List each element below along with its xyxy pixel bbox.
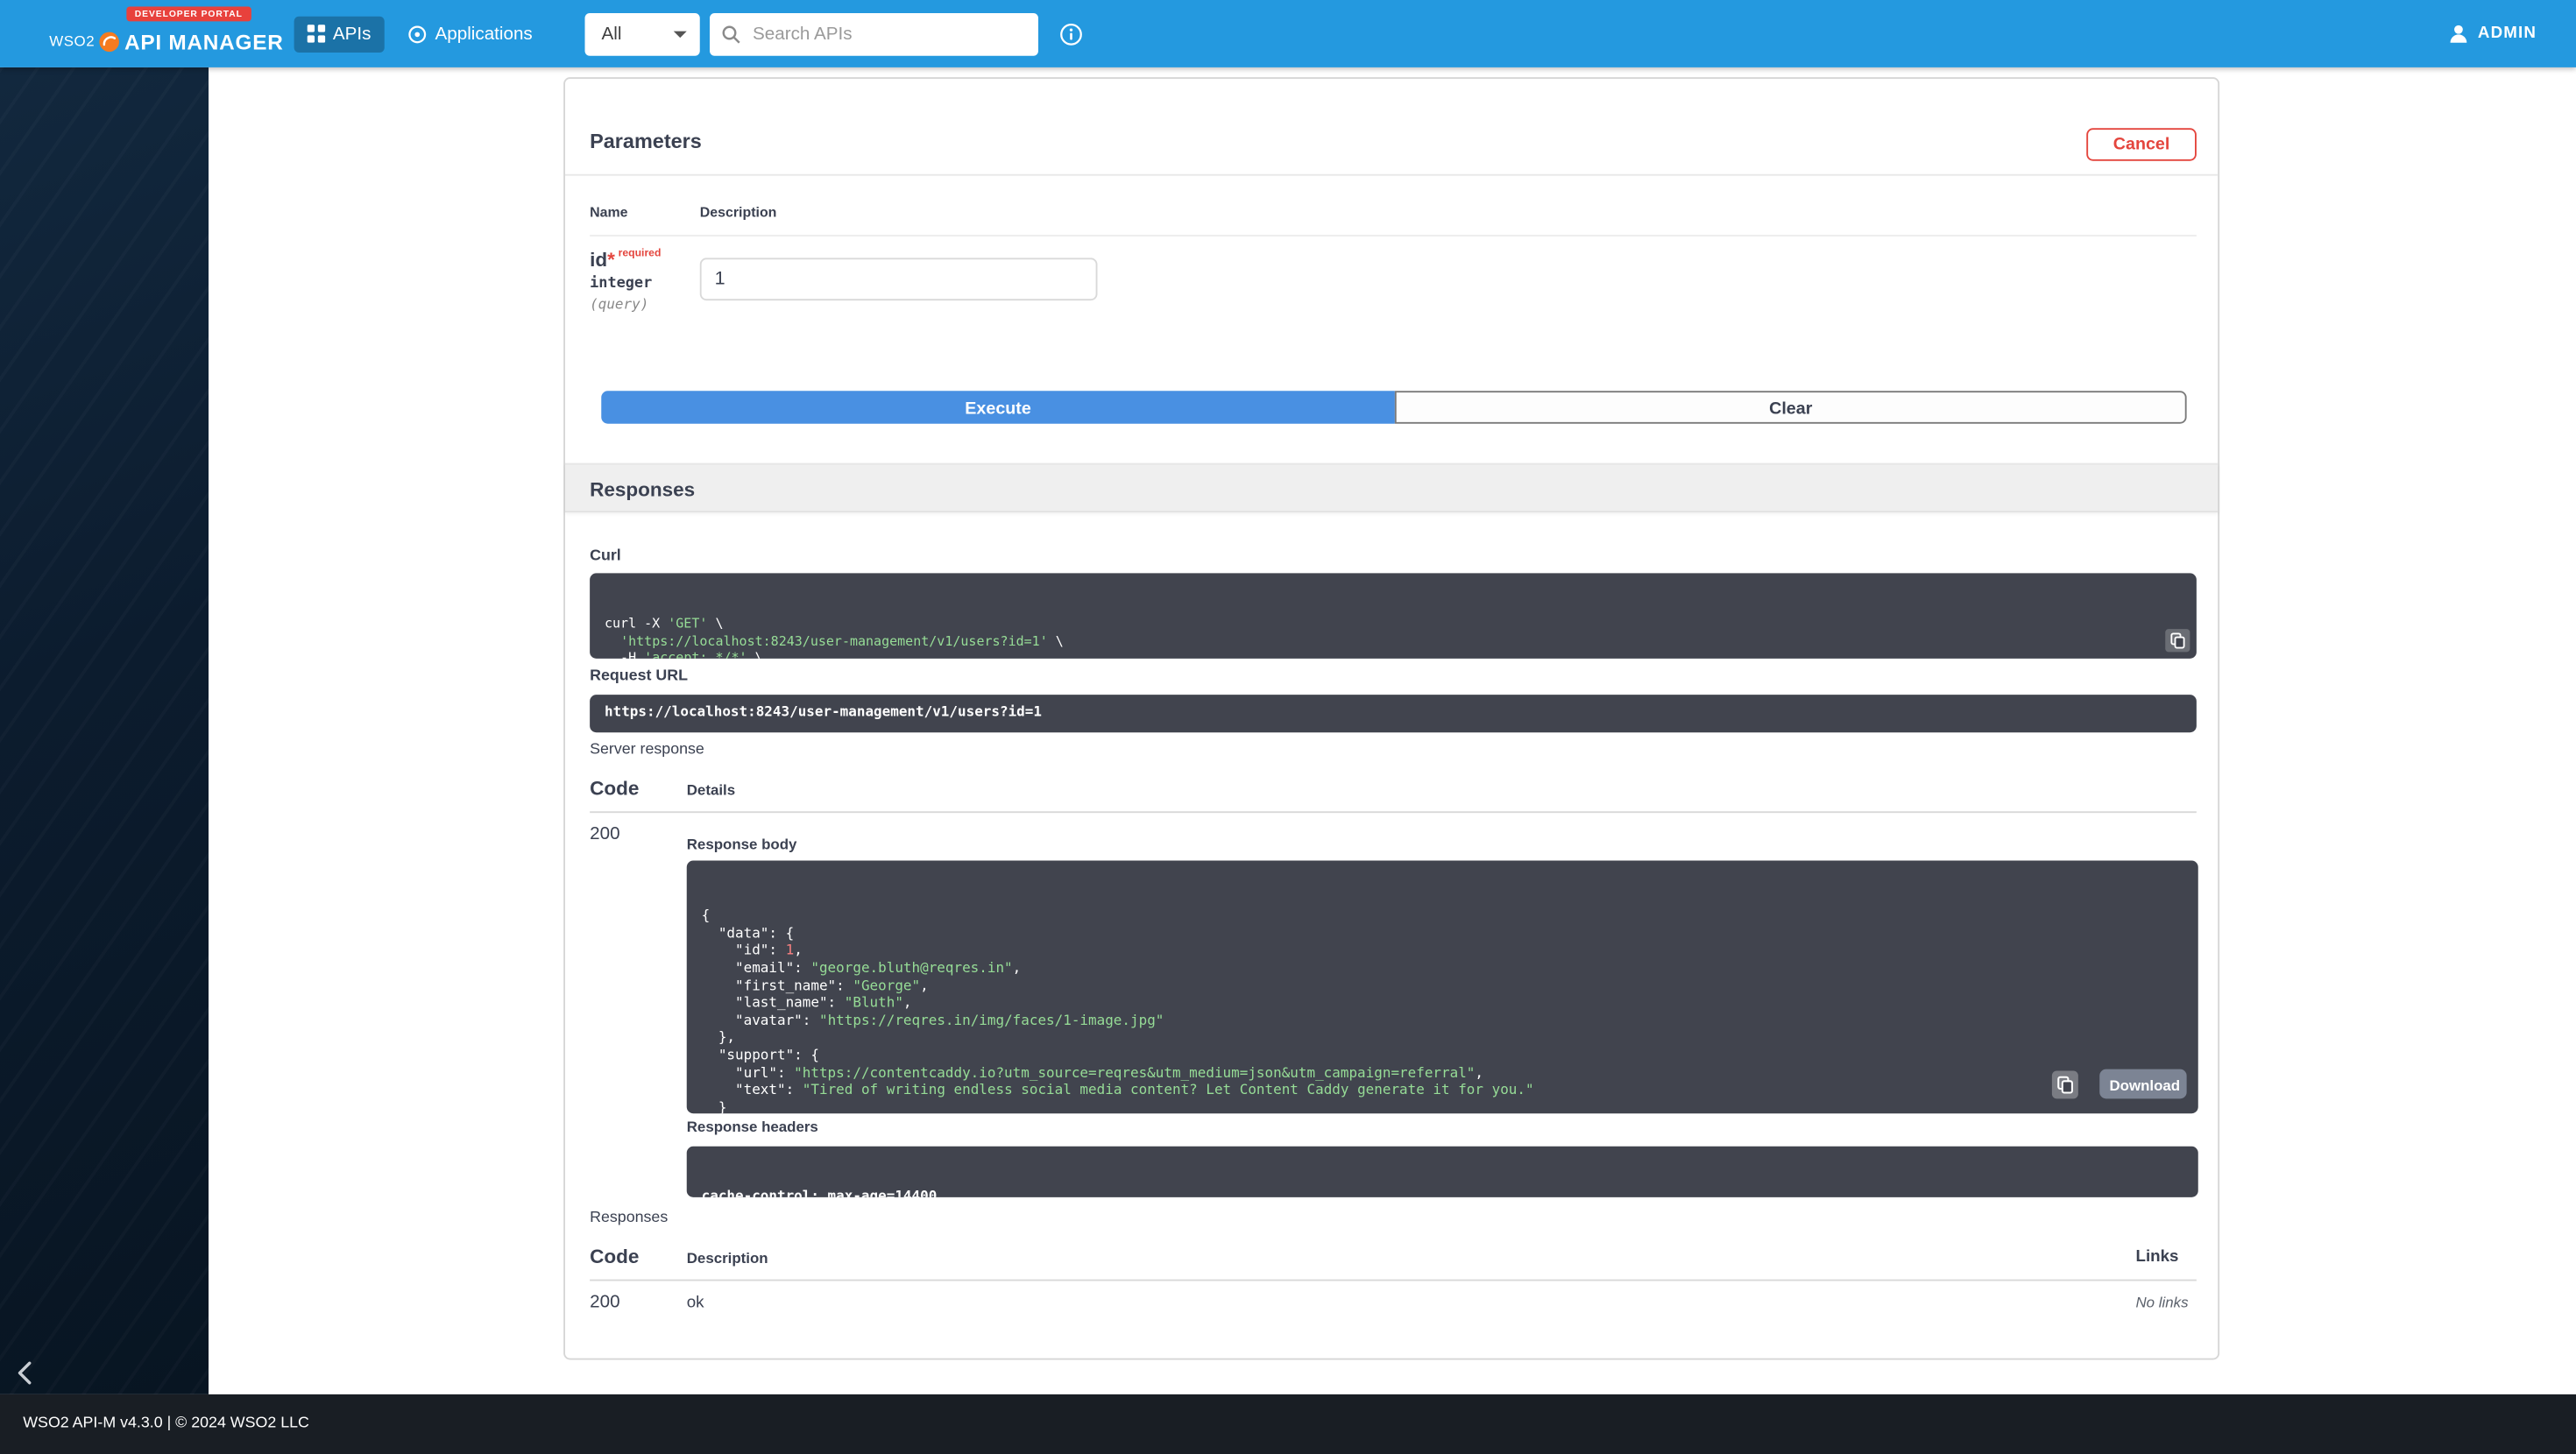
chevron-down-icon (674, 31, 687, 38)
user-label: ADMIN (2478, 25, 2537, 43)
tryout-card: Parameters Cancel Name Description id*re… (563, 77, 2219, 1359)
brand-company: WSO2 (49, 33, 95, 50)
param-description-header: Description (700, 204, 777, 221)
responses-table-label: Responses (590, 1209, 668, 1227)
response-row-links: No links (2136, 1295, 2189, 1311)
curl-block: curl -X 'GET' \ 'https://localhost:8243/… (590, 573, 2197, 659)
apis-grid-icon (307, 25, 325, 43)
wso2-flame-icon (98, 31, 119, 52)
response-headers-block: cache-control: max-age=14400 content-typ… (687, 1147, 2198, 1197)
cancel-button[interactable]: Cancel (2086, 128, 2197, 161)
responses-links-header: Links (2136, 1248, 2179, 1267)
response-header-line: cache-control: max-age=14400 (702, 1189, 2183, 1197)
response-body-json: { "data": { "id": 1, "email": "george.bl… (702, 908, 2183, 1113)
curl-label: Curl (590, 547, 621, 565)
server-response-label: Server response (590, 741, 704, 759)
user-menu[interactable]: ADMIN (2448, 23, 2537, 44)
nav-applications-label: Applications (435, 24, 533, 44)
responses-table-divider (590, 1280, 2197, 1281)
info-icon[interactable] (1060, 22, 1083, 45)
main-content: Parameters Cancel Name Description id*re… (209, 67, 2576, 1394)
nav-item-apis[interactable]: APIs (294, 16, 385, 52)
param-thead-divider (590, 235, 2197, 236)
responses-section-header: Responses (565, 463, 2218, 512)
developer-portal-badge: DEVELOPER PORTAL (126, 7, 251, 22)
applications-icon (407, 24, 428, 44)
param-value-input[interactable] (700, 258, 1098, 300)
nav-item-applications[interactable]: Applications (394, 16, 546, 52)
response-status-code: 200 (590, 824, 619, 844)
search-icon (721, 24, 741, 44)
copy-icon (2170, 632, 2185, 649)
chevron-left-icon (17, 1360, 33, 1387)
download-button[interactable]: Download (2099, 1069, 2186, 1099)
response-code-header: Code (590, 777, 639, 800)
api-search (710, 12, 1038, 55)
response-details-header: Details (687, 782, 735, 799)
search-input[interactable] (710, 12, 1038, 55)
search-scope-select[interactable]: All (585, 12, 700, 55)
responses-description-header: Description (687, 1250, 768, 1267)
request-url-label: Request URL (590, 667, 688, 685)
collapse-sidebar-button[interactable] (10, 1359, 39, 1388)
required-star: * (607, 248, 615, 271)
brand-product: API MANAGER (124, 29, 284, 53)
response-copy-button[interactable] (2052, 1071, 2078, 1099)
param-type: integer (590, 276, 652, 293)
param-location: (query) (590, 297, 648, 314)
parameters-header-divider (565, 174, 2218, 176)
clear-button[interactable]: Clear (1395, 391, 2187, 424)
execute-button[interactable]: Execute (601, 391, 1395, 424)
response-row-description: ok (687, 1295, 704, 1313)
required-label: required (619, 248, 662, 259)
copy-icon (2057, 1076, 2074, 1094)
param-name-header: Name (590, 204, 627, 221)
left-sidebar (0, 67, 209, 1394)
parameters-title: Parameters (590, 130, 702, 152)
search-scope-value: All (602, 24, 622, 44)
response-body-block: { "data": { "id": 1, "email": "george.bl… (687, 861, 2198, 1114)
user-icon (2448, 23, 2469, 44)
app-root: WSO2 API MANAGER DEVELOPER PORTAL APIs A… (0, 0, 2576, 1454)
response-headers-label: Response headers (687, 1119, 818, 1135)
brand-logo[interactable]: WSO2 API MANAGER DEVELOPER PORTAL (49, 0, 283, 67)
response-body-label: Response body (687, 836, 797, 852)
responses-section-title: Responses (590, 465, 695, 514)
request-url-value: https://localhost:8243/user-management/v… (590, 695, 2197, 732)
server-response-divider (590, 811, 2197, 813)
response-row-code: 200 (590, 1293, 619, 1313)
curl-copy-button[interactable] (2165, 629, 2190, 652)
curl-command: curl -X 'GET' \ 'https://localhost:8243/… (605, 617, 2182, 659)
nav-apis-label: APIs (333, 24, 372, 44)
top-navbar: WSO2 API MANAGER DEVELOPER PORTAL APIs A… (0, 0, 2576, 67)
footer-text: WSO2 API-M v4.3.0 | © 2024 WSO2 LLC (23, 1394, 309, 1454)
responses-code-header: Code (590, 1245, 639, 1267)
param-name: id*required (590, 248, 661, 271)
page-footer: WSO2 API-M v4.3.0 | © 2024 WSO2 LLC (0, 1394, 2576, 1454)
